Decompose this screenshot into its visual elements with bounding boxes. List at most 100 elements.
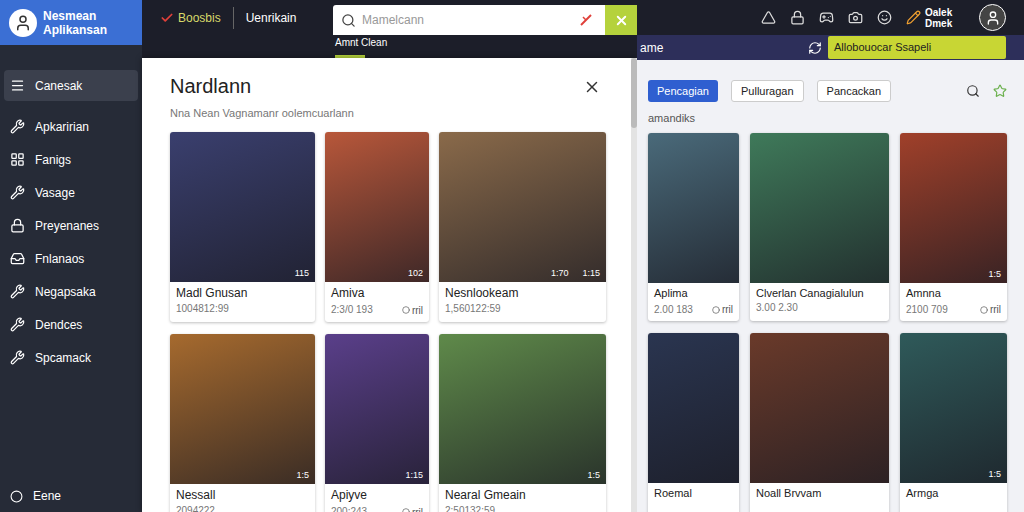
card-tag: rril	[412, 303, 423, 318]
card-title: Madl Gnusan	[176, 286, 309, 301]
card-meta: 3.00 2.30	[756, 302, 798, 315]
search-box[interactable]: Mamelcann	[333, 5, 637, 35]
game-cover: 1:5	[900, 333, 1007, 483]
top-bar: Boosbis Uenrikain Mamelcann Oalek Dmek	[142, 0, 1024, 35]
refresh-icon[interactable]	[808, 41, 822, 55]
card-title: Amnna	[906, 287, 1001, 301]
card-title: Amiva	[331, 286, 423, 301]
alert-icon[interactable]	[761, 10, 776, 25]
app-header: Nesmean Aplikansan	[0, 0, 142, 45]
user-avatar-icon[interactable]	[979, 4, 1006, 31]
panel-tab[interactable]: Pancackan	[817, 80, 891, 102]
sidebar-item[interactable]: Negapsaka	[4, 276, 138, 307]
game-cover	[750, 333, 889, 483]
search-icon[interactable]	[966, 84, 980, 98]
card-meta: 2.00 183	[654, 304, 693, 317]
star-icon[interactable]	[993, 84, 1007, 98]
card-meta: 2:50132:59	[445, 505, 495, 512]
game-cover	[750, 133, 889, 283]
card-tag: rril	[990, 302, 1001, 317]
game-cover: 1:15	[325, 334, 429, 484]
sidebar-footer[interactable]: Eene	[4, 486, 138, 506]
game-card[interactable]: Aplima 2.00 183 rril	[648, 133, 739, 322]
smile-icon[interactable]	[877, 10, 892, 25]
panel-tab[interactable]: Pencagian	[648, 80, 718, 102]
game-cover: 115	[170, 132, 315, 282]
game-cover: 1:701:15	[439, 132, 606, 282]
game-card[interactable]: 1:5Armga	[900, 333, 1007, 512]
game-cover	[648, 333, 739, 483]
card-title: Nearal Gmeain	[445, 488, 600, 503]
gamepad-icon[interactable]	[819, 10, 834, 25]
game-cover: 102	[325, 132, 429, 282]
item-icon	[10, 152, 25, 167]
camera-icon[interactable]	[848, 10, 863, 25]
card-title: Aplima	[654, 287, 733, 301]
game-cover: 1:5	[439, 334, 606, 484]
card-badge: 1:15	[582, 269, 600, 278]
game-card[interactable]: 102 Amiva 2:3/0 193 rril	[325, 132, 429, 322]
tag-icon	[980, 306, 988, 314]
item-icon	[10, 185, 25, 200]
card-tag: rril	[722, 302, 733, 317]
card-meta: 2:3/0 193	[331, 304, 373, 317]
game-card[interactable]: 1:5Nessall2094222	[170, 334, 315, 512]
sidebar-item[interactable]: Preyenanes	[4, 210, 138, 241]
game-card[interactable]: 115Madl Gnusan1004812:99	[170, 132, 315, 322]
sidebar-item[interactable]: Fnlanaos	[4, 243, 138, 274]
card-title: Apiyve	[331, 488, 423, 503]
game-card[interactable]: 1:701:15 Nesnlookeam 1,560122:59	[439, 132, 606, 322]
brand[interactable]: Boosbis	[160, 9, 221, 27]
sub-tab[interactable]: Amnt Clean	[335, 35, 387, 58]
card-badge: 1:5	[988, 270, 1001, 279]
item-icon	[10, 218, 25, 233]
item-icon	[10, 78, 25, 93]
action-button[interactable]: Allobouocar Ssapeli	[828, 36, 1006, 59]
check-icon	[160, 11, 174, 25]
card-meta: 1,560122:59	[445, 303, 501, 316]
game-card[interactable]: Noall Brvvam	[750, 333, 889, 512]
dialog: NardlannNna Nean Vagnamanr oolemcuarlann…	[142, 58, 637, 512]
close-icon[interactable]	[583, 78, 601, 96]
circle-icon	[10, 490, 23, 503]
sidebar-item[interactable]: Fanigs	[4, 144, 138, 175]
panel-content: PencagianPulluraganPancackanamandiksApli…	[637, 60, 1024, 512]
item-icon	[10, 251, 25, 266]
game-card[interactable]: 1:15Apiyve200:243rril	[325, 334, 429, 512]
item-icon	[10, 119, 25, 134]
item-icon	[10, 284, 25, 299]
sidebar-item[interactable]: Apkaririan	[4, 111, 138, 142]
sidebar: Canesak ApkaririanFanigsVasagePreyenanesF…	[0, 45, 142, 512]
sidebar-item[interactable]: Dendces	[4, 309, 138, 340]
search-button[interactable]	[605, 5, 637, 35]
card-badge: 115	[295, 269, 309, 278]
sidebar-item[interactable]: Spcamack	[4, 342, 138, 373]
user-name[interactable]: Oalek Dmek	[925, 7, 965, 29]
clear-icon[interactable]	[579, 13, 593, 27]
panel-title: ame	[640, 39, 663, 57]
card-title: Noall Brvvam	[756, 487, 883, 501]
card-title: Nessall	[176, 488, 309, 503]
game-card[interactable]: Roemal	[648, 333, 739, 512]
card-title: Nesnlookeam	[445, 286, 600, 301]
game-card[interactable]: 1:5Amnna2100 709rril	[900, 133, 1007, 322]
tag-icon	[402, 306, 410, 314]
card-meta: 200:243	[331, 506, 367, 512]
card-badge: 1:5	[988, 470, 1001, 479]
sidebar-item[interactable]: Vasage	[4, 177, 138, 208]
game-card[interactable]: Clverlan Canagialulun3.00 2.30	[750, 133, 889, 322]
lock-icon[interactable]	[790, 10, 805, 25]
card-badge: 1:15	[405, 471, 423, 480]
dialog-subtitle: Nna Nean Vagnamanr oolemcuarlann	[170, 105, 601, 122]
avatar-icon	[9, 9, 37, 37]
game-card[interactable]: 1:5 Nearal Gmeain 2:50132:59	[439, 334, 606, 512]
sidebar-item[interactable]: Canesak	[4, 70, 138, 101]
search-icon	[341, 13, 356, 28]
item-icon	[10, 350, 25, 365]
dialog-grid: 115Madl Gnusan1004812:99102Amiva2:3/0 19…	[170, 132, 601, 512]
panel-grid: Aplima 2.00 183 rril Clverlan Canagialulun3…	[648, 133, 1013, 512]
panel-tab[interactable]: Pulluragan	[731, 80, 804, 102]
top-link[interactable]: Uenrikain	[246, 9, 297, 27]
pencil-icon[interactable]	[906, 10, 921, 25]
tag-icon	[712, 306, 720, 314]
